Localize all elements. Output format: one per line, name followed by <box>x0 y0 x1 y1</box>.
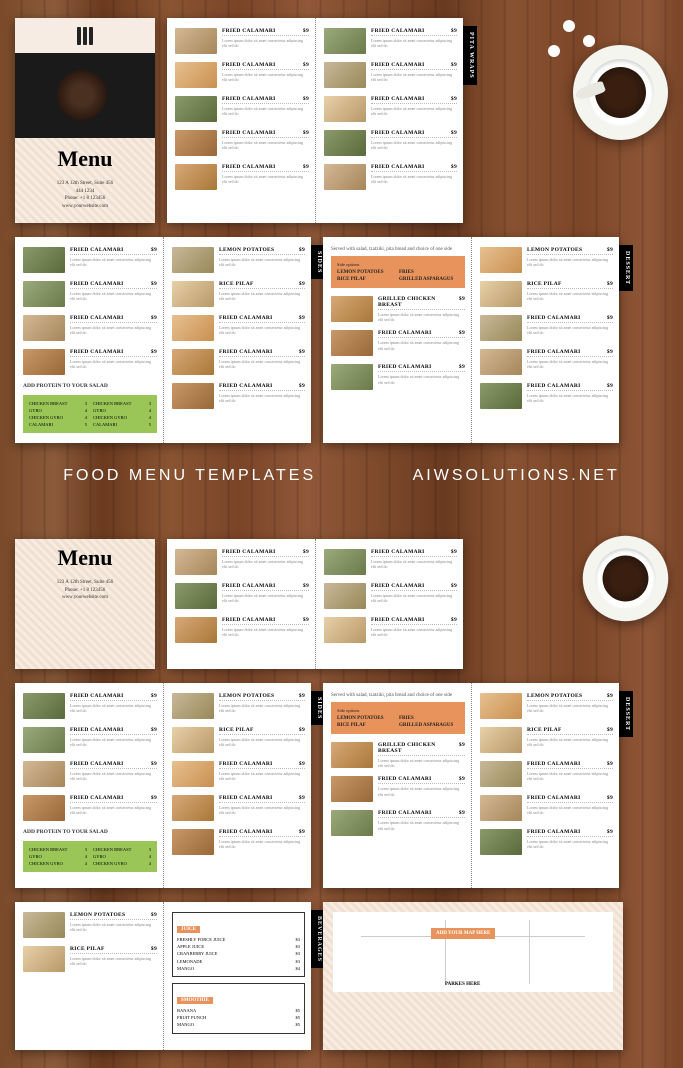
menu-cover-page: Menu 123 A 12th Street, Suite 456444 123… <box>15 18 155 223</box>
kids-page: KIDS LEMON POTATOES$9Lorem ipsum dolor s… <box>15 902 163 1050</box>
protein-title: ADD PROTEIN TO YOUR SALAD <box>23 383 157 389</box>
row-3: Menu 123 A 12th Street, Suite 456Phone: … <box>15 539 668 669</box>
smoothie-box: SMOOTHIE BANANA$5 FRUIT PUNCH$5 MANGO$5 <box>172 983 305 1034</box>
protein-box-2: CHICKEN BREAST3CHICKEN BREAST3 GYRO4GYRO… <box>23 841 157 872</box>
banner-left: FOOD MENU TEMPLATES <box>63 467 316 485</box>
salad-page: SALAD/SOUPS FRIED CALAMARI$9Lorem ipsum … <box>15 237 163 443</box>
top-section: Menu 123 A 12th Street, Suite 456444 123… <box>0 0 683 521</box>
row-5: KIDS LEMON POTATOES$9Lorem ipsum dolor s… <box>15 902 668 1050</box>
menu-title: Menu <box>58 146 113 172</box>
map-page: ADD YOUR MAP HERE PARKES HERE <box>323 902 623 1050</box>
dessert-page-2: DESSERT LEMON POTATOES$9Lorem ipsum dolo… <box>471 683 619 888</box>
spread-3: FRIED CALAMARI$9Lorem ipsum dolor sit am… <box>167 539 463 669</box>
entrees-dessert-spread-2: ENTREES/PLATTERS Served with salad, tzat… <box>323 683 619 888</box>
page-3b: FRIED CALAMARI$9Lorem ipsum dolor sit am… <box>315 539 463 669</box>
dessert-page: DESSERT LEMON POTATOES$9Lorem ipsum dolo… <box>471 237 619 443</box>
appetizers-page: APPETIZERS FRIED CALAMARI$9Lorem ipsum d… <box>167 18 315 223</box>
cover-hero-image <box>15 53 155 138</box>
dessert-tab: DESSERT <box>619 245 633 291</box>
side-options-box: Side options LEMON POTATOESFRIES RICE PI… <box>331 256 465 288</box>
title-banner: FOOD MENU TEMPLATES AIWSOLUTIONS.NET <box>15 457 668 503</box>
beverages-page: BEVERAGES JUICE FRESHLY FORCE JUICE$3 AP… <box>163 902 311 1050</box>
cover-contact: 123 A 12th Street, Suite 456444 1234Phon… <box>57 180 113 210</box>
banner-right: AIWSOLUTIONS.NET <box>413 467 620 485</box>
coffee-cup-decoration <box>573 45 668 140</box>
entrees-intro: Served with salad, tzatziki, pita bread … <box>331 247 465 252</box>
row-1: Menu 123 A 12th Street, Suite 456444 123… <box>15 18 668 223</box>
appetizers-pita-spread: APPETIZERS FRIED CALAMARI$9Lorem ipsum d… <box>167 18 463 223</box>
entrees-page-2: ENTREES/PLATTERS Served with salad, tzat… <box>323 683 471 888</box>
row-2: SALAD/SOUPS FRIED CALAMARI$9Lorem ipsum … <box>15 237 668 443</box>
menu-cover-alt: Menu 123 A 12th Street, Suite 456Phone: … <box>15 539 155 669</box>
salad-page-2: SALAD/SOUPS FRIED CALAMARI$9Lorem ipsum … <box>15 683 163 888</box>
salad-sides-spread-2: SALAD/SOUPS FRIED CALAMARI$9Lorem ipsum … <box>15 683 311 888</box>
entrees-page: ENTREES/PLATTERS Served with salad, tzat… <box>323 237 471 443</box>
map-graphic: ADD YOUR MAP HERE PARKES HERE <box>333 912 613 992</box>
coffee-cup-decoration-2 <box>583 536 669 622</box>
pita-tab: PITA WRAPS <box>463 26 477 85</box>
protein-addon-box: CHICKEN BREAST3CHICKEN BREAST3 GYRO4GYRO… <box>23 395 157 433</box>
row-4: SALAD/SOUPS FRIED CALAMARI$9Lorem ipsum … <box>15 683 668 888</box>
sides-page-2: SIDES LEMON POTATOES$9Lorem ipsum dolor … <box>163 683 311 888</box>
kids-beverages-spread: KIDS LEMON POTATOES$9Lorem ipsum dolor s… <box>15 902 311 1050</box>
utensils-icon <box>77 27 93 45</box>
sides-page: SIDES LEMON POTATOES$9Lorem ipsum dolor … <box>163 237 311 443</box>
page-3a: FRIED CALAMARI$9Lorem ipsum dolor sit am… <box>167 539 315 669</box>
map-badge: ADD YOUR MAP HERE <box>431 928 495 939</box>
bottom-section: Menu 123 A 12th Street, Suite 456Phone: … <box>0 521 683 1068</box>
juice-box: JUICE FRESHLY FORCE JUICE$3 APPLE JUICE$… <box>172 912 305 977</box>
pita-wraps-page: PITA WRAPS FRIED CALAMARI$9Lorem ipsum d… <box>315 18 463 223</box>
salad-sides-spread: SALAD/SOUPS FRIED CALAMARI$9Lorem ipsum … <box>15 237 311 443</box>
entrees-dessert-spread: ENTREES/PLATTERS Served with salad, tzat… <box>323 237 619 443</box>
